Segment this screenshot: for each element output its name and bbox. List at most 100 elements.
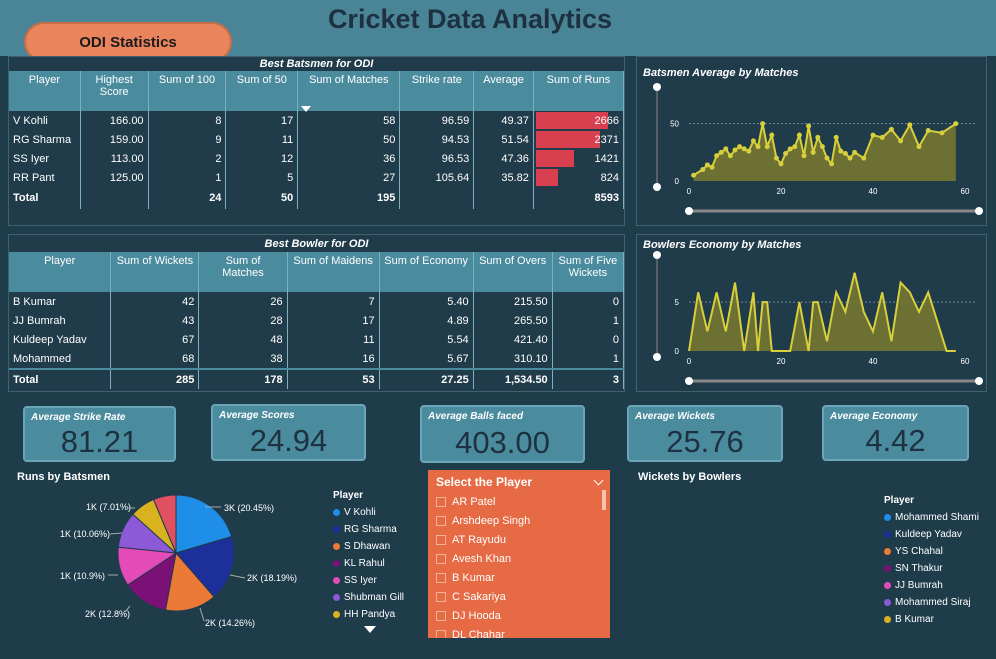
slicer-option[interactable]: DJ Hooda: [428, 606, 610, 625]
data-point[interactable]: [852, 149, 858, 155]
table-row[interactable]: V Kohli 166.00 8 17 58 96.59 49.37 2666: [9, 111, 625, 130]
legend-item[interactable]: SN Thakur: [884, 560, 994, 577]
data-point[interactable]: [833, 134, 839, 140]
slicer-scrollbar[interactable]: [602, 490, 606, 510]
legend-item[interactable]: JJ Bumrah: [884, 577, 994, 594]
data-point[interactable]: [773, 155, 779, 161]
slider-handle[interactable]: [653, 353, 661, 361]
data-point[interactable]: [879, 134, 885, 140]
data-point[interactable]: [838, 148, 844, 154]
col-average[interactable]: Average: [473, 71, 534, 111]
slider-handle[interactable]: [975, 207, 983, 215]
data-point[interactable]: [783, 150, 789, 156]
checkbox[interactable]: [436, 534, 446, 545]
data-point[interactable]: [723, 146, 729, 152]
data-point[interactable]: [741, 146, 747, 152]
col-b-matches[interactable]: Sum of Matches: [198, 252, 288, 292]
slider-handle[interactable]: [685, 377, 693, 385]
data-point[interactable]: [732, 147, 738, 153]
slicer-option[interactable]: Arshdeep Singh: [428, 511, 610, 530]
table-row[interactable]: JJ Bumrah 43 28 17 4.89 265.50 1: [9, 311, 625, 330]
col-wickets[interactable]: Sum of Wickets: [110, 252, 200, 292]
legend-item[interactable]: HH Pandya: [333, 606, 423, 623]
data-point[interactable]: [819, 144, 825, 150]
data-point[interactable]: [888, 126, 894, 132]
data-point[interactable]: [704, 162, 710, 168]
table-row[interactable]: Kuldeep Yadav 67 48 11 5.54 421.40 0: [9, 330, 625, 349]
checkbox[interactable]: [436, 629, 446, 638]
table-row[interactable]: Mohammed 68 38 16 5.67 310.10 1: [9, 349, 625, 369]
data-point[interactable]: [824, 155, 830, 161]
legend-item[interactable]: KL Rahul: [333, 555, 423, 572]
col-five[interactable]: Sum of Five Wickets: [552, 252, 625, 292]
slider-handle[interactable]: [685, 207, 693, 215]
data-point[interactable]: [953, 121, 959, 127]
data-point[interactable]: [939, 130, 945, 136]
data-point[interactable]: [746, 148, 752, 154]
data-point[interactable]: [806, 123, 812, 129]
data-point[interactable]: [796, 132, 802, 138]
col-strike[interactable]: Strike rate: [399, 71, 475, 111]
legend-item[interactable]: Kuldeep Yadav: [884, 526, 994, 543]
slider-handle[interactable]: [653, 183, 661, 191]
checkbox[interactable]: [436, 591, 446, 602]
col-bowler[interactable]: Player: [9, 252, 112, 292]
slider-handle[interactable]: [653, 251, 661, 259]
data-point[interactable]: [709, 164, 715, 170]
data-point[interactable]: [787, 146, 793, 152]
slider-handle[interactable]: [653, 83, 661, 91]
slicer-option[interactable]: C Sakariya: [428, 587, 610, 606]
col-highest[interactable]: Highest Score: [80, 71, 149, 111]
slicer-header[interactable]: Select the Player: [428, 470, 610, 492]
legend-item[interactable]: YS Chahal: [884, 543, 994, 560]
slicer-option[interactable]: AT Rayudu: [428, 530, 610, 549]
data-point[interactable]: [810, 149, 816, 155]
table-row[interactable]: B Kumar 42 26 7 5.40 215.50 0: [9, 292, 625, 311]
data-point[interactable]: [755, 144, 761, 150]
data-point[interactable]: [829, 161, 835, 167]
slicer-option[interactable]: DL Chahar: [428, 625, 610, 638]
data-point[interactable]: [847, 155, 853, 161]
data-point[interactable]: [907, 122, 913, 128]
data-point[interactable]: [718, 149, 724, 155]
legend-item[interactable]: B Kumar: [884, 611, 994, 628]
col-runs[interactable]: Sum of Runs: [533, 71, 625, 111]
slicer-option[interactable]: Avesh Khan: [428, 549, 610, 568]
data-point[interactable]: [801, 153, 807, 159]
legend-item[interactable]: SS Iyer: [333, 572, 423, 589]
col-economy[interactable]: Sum of Economy: [379, 252, 474, 292]
data-point[interactable]: [691, 172, 697, 178]
col-matches[interactable]: Sum of Matches: [297, 71, 401, 111]
sort-down-icon[interactable]: [301, 106, 311, 112]
table-row[interactable]: SS Iyer 113.00 2 12 36 96.53 47.36 1421: [9, 149, 625, 168]
data-point[interactable]: [870, 132, 876, 138]
data-point[interactable]: [750, 138, 756, 144]
legend-item[interactable]: S Dhawan: [333, 538, 423, 555]
legend-scroll-down-icon[interactable]: [364, 626, 376, 633]
col-50[interactable]: Sum of 50: [225, 71, 299, 111]
data-point[interactable]: [842, 150, 848, 156]
data-point[interactable]: [815, 134, 821, 140]
data-point[interactable]: [778, 161, 784, 167]
data-point[interactable]: [916, 144, 922, 150]
table-row[interactable]: RG Sharma 159.00 9 11 50 94.53 51.54 2371: [9, 130, 625, 149]
col-player[interactable]: Player: [9, 71, 81, 111]
data-point[interactable]: [760, 121, 766, 127]
col-maidens[interactable]: Sum of Maidens: [287, 252, 380, 292]
data-point[interactable]: [769, 132, 775, 138]
slicer-option[interactable]: B Kumar: [428, 568, 610, 587]
legend-item[interactable]: Mohammed Shami: [884, 509, 994, 526]
legend-item[interactable]: RG Sharma: [333, 521, 423, 538]
col-overs[interactable]: Sum of Overs: [473, 252, 553, 292]
data-point[interactable]: [727, 153, 733, 159]
checkbox[interactable]: [436, 515, 446, 526]
data-point[interactable]: [700, 167, 706, 173]
data-point[interactable]: [714, 153, 720, 159]
data-point[interactable]: [861, 155, 867, 161]
data-point[interactable]: [925, 128, 931, 134]
checkbox[interactable]: [436, 610, 446, 621]
col-100[interactable]: Sum of 100: [148, 71, 227, 111]
checkbox[interactable]: [436, 572, 446, 583]
slider-handle[interactable]: [975, 377, 983, 385]
legend-item[interactable]: V Kohli: [333, 504, 423, 521]
